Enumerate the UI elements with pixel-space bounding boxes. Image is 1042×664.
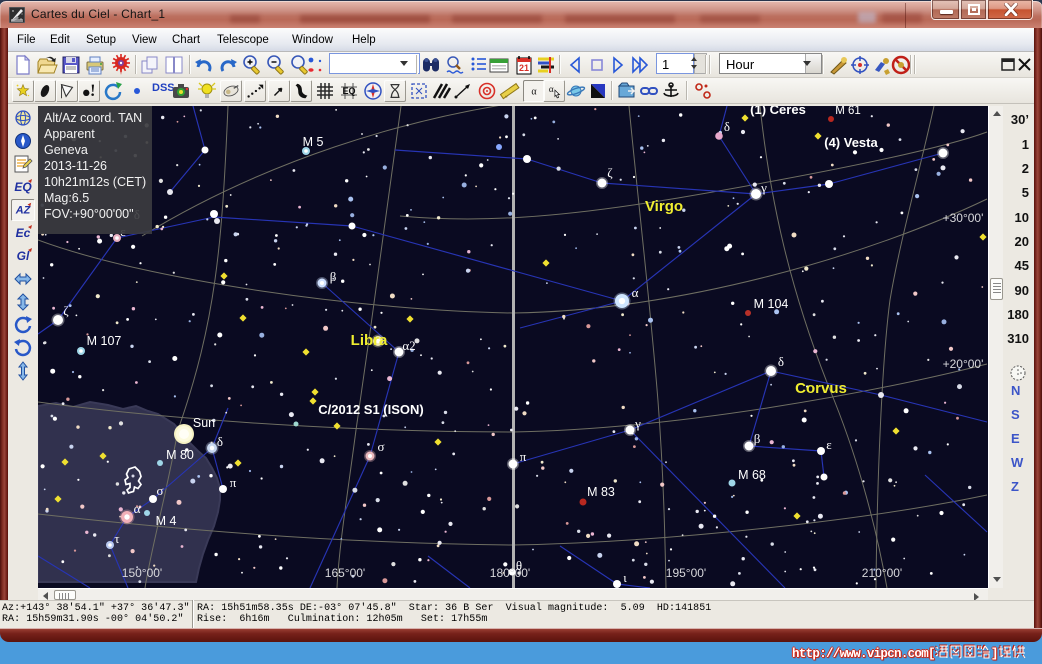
svg-text:21: 21	[519, 63, 529, 73]
svg-text:10h21m12s (CET): 10h21m12s (CET)	[44, 175, 146, 189]
svg-text:σ: σ	[377, 439, 384, 454]
svg-text:Corvus: Corvus	[795, 380, 847, 397]
svg-text:180°00': 180°00'	[490, 566, 530, 580]
svg-text:γ: γ	[634, 416, 641, 431]
svg-text:Mag:6.5: Mag:6.5	[44, 191, 89, 205]
svg-text:AZ: AZ	[15, 205, 31, 217]
svg-text:FOV:+90°00'00": FOV:+90°00'00"	[44, 207, 134, 221]
svg-text:M 61: M 61	[835, 106, 861, 117]
svg-text:δ: δ	[217, 434, 223, 449]
svg-text:Alt/Az coord. TAN: Alt/Az coord. TAN	[44, 111, 142, 125]
svg-text:M 107: M 107	[87, 334, 122, 348]
svg-text:γ: γ	[760, 180, 767, 195]
svg-text:β: β	[754, 431, 761, 446]
svg-text:α: α	[531, 87, 537, 98]
svg-text:195°00': 195°00'	[666, 566, 706, 580]
svg-text:ζ: ζ	[63, 303, 69, 318]
svg-text:α: α	[632, 285, 639, 300]
svg-text:Sun: Sun	[193, 416, 215, 430]
svg-text:165°00': 165°00'	[325, 566, 365, 580]
svg-text:δ: δ	[724, 119, 730, 134]
svg-text:ι: ι	[623, 570, 627, 585]
svg-text:θ: θ	[516, 558, 522, 573]
svg-text:(1) Ceres: (1) Ceres	[750, 106, 806, 117]
svg-text:π: π	[230, 475, 237, 490]
svg-text:M 5: M 5	[303, 135, 324, 149]
svg-text:Ec: Ec	[16, 226, 31, 240]
svg-text:β: β	[330, 269, 337, 284]
svg-text:C/2012 S1 (ISON): C/2012 S1 (ISON)	[318, 402, 424, 417]
svg-text:α: α	[549, 84, 554, 94]
svg-text:+30°00': +30°00'	[943, 211, 984, 225]
svg-text:2013-11-26: 2013-11-26	[44, 159, 107, 173]
svg-text:Geneva: Geneva	[44, 143, 88, 157]
svg-text:M 83: M 83	[587, 485, 615, 499]
svg-text:M 80: M 80	[166, 448, 194, 462]
svg-text:(4) Vesta: (4) Vesta	[824, 135, 878, 150]
svg-text:Virgo: Virgo	[645, 198, 683, 215]
svg-text:σ: σ	[156, 483, 163, 498]
svg-text:π: π	[520, 449, 527, 464]
svg-text:α: α	[134, 501, 141, 516]
svg-text:EQ: EQ	[342, 86, 355, 96]
svg-text:Libra: Libra	[351, 332, 388, 349]
svg-text:150°00': 150°00'	[122, 566, 162, 580]
svg-text:Apparent: Apparent	[44, 127, 95, 141]
svg-text:+20°00': +20°00'	[943, 357, 984, 371]
svg-text:α2: α2	[402, 338, 415, 353]
svg-text:ε: ε	[826, 437, 832, 452]
svg-text:M 104: M 104	[754, 297, 789, 311]
svg-text:τ: τ	[114, 531, 119, 546]
svg-text:ζ: ζ	[607, 165, 613, 180]
svg-text:δ: δ	[778, 354, 784, 369]
svg-text:210°00': 210°00'	[862, 566, 902, 580]
svg-text:M 68: M 68	[738, 468, 766, 482]
svg-text:Gl: Gl	[17, 249, 30, 263]
svg-text:M 4: M 4	[156, 514, 177, 528]
svg-text:EQ: EQ	[14, 180, 32, 194]
